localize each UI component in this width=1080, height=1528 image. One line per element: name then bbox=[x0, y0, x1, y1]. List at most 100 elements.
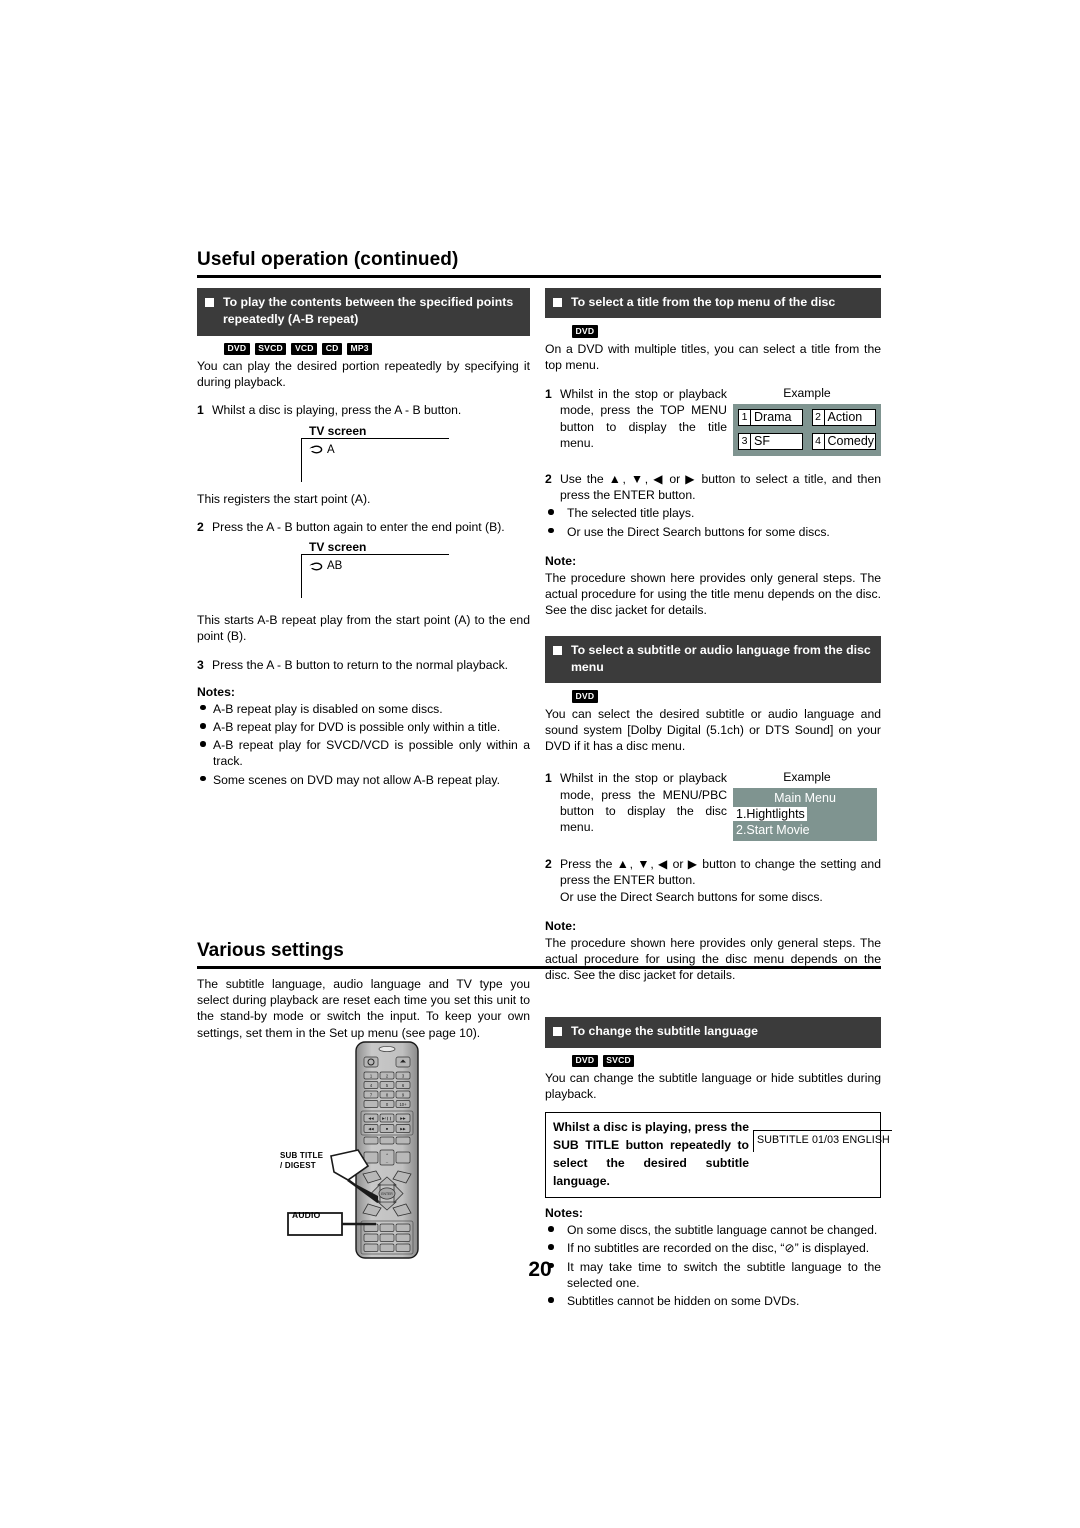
tv-screen-figure-ab: TV screen AB bbox=[197, 540, 530, 599]
badge-svcd: SVCD bbox=[254, 342, 287, 355]
remote-callout-subtitle: SUB TITLE / DIGEST bbox=[280, 1151, 323, 1171]
top-menu-example-figure: Example 1 Drama 2 Action 3 SF 4 Comedy bbox=[727, 386, 881, 456]
title-menu-cell-3[interactable]: 3 SF bbox=[738, 432, 803, 450]
bullet-square-icon bbox=[553, 1027, 562, 1037]
disc-menu-item[interactable]: 2.Start Movie bbox=[733, 823, 877, 837]
disc-menu-item-row: 1.Hightlights bbox=[733, 805, 877, 823]
subtitle-instruction-box: Whilst a disc is playing, press the SUB … bbox=[545, 1112, 892, 1199]
bullet-dot-icon bbox=[545, 505, 567, 521]
tv-screen-indicator: A bbox=[309, 444, 335, 456]
subtitle-language-intro: You can change the subtitle language or … bbox=[545, 1071, 881, 1102]
manual-page: Useful operation (continued) To play the… bbox=[0, 0, 1080, 1528]
various-settings-divider bbox=[197, 966, 881, 969]
title-name: Comedy bbox=[827, 433, 875, 448]
badge-dvd: DVD bbox=[224, 342, 250, 355]
bullet-dot-icon bbox=[197, 737, 213, 769]
section-header-top-menu: To select a title from the top menu of t… bbox=[545, 288, 881, 319]
left-column: To play the contents between the specifi… bbox=[197, 288, 530, 788]
bullet-dot-icon bbox=[197, 719, 213, 735]
ab-repeat-note-item: A-B repeat play for SVCD/VCD is possible… bbox=[197, 737, 530, 769]
tv-screen-box: A bbox=[301, 437, 449, 482]
right-column: To select a title from the top menu of t… bbox=[545, 288, 892, 1309]
ab-repeat-figure2-caption: This starts A-B repeat play from the sta… bbox=[197, 613, 530, 644]
svg-text:ENTER: ENTER bbox=[381, 1192, 393, 1196]
disc-format-badges-top-menu: DVD bbox=[572, 325, 881, 338]
title-name: SF bbox=[754, 433, 770, 448]
step-number: 2 bbox=[197, 519, 204, 534]
tv-screen-figure-a: TV screen A bbox=[197, 424, 530, 482]
step-number: 3 bbox=[197, 657, 204, 672]
repeat-icon bbox=[309, 444, 324, 455]
ab-repeat-notes-heading: Notes: bbox=[197, 684, 235, 699]
badge-svcd: SVCD bbox=[602, 1054, 635, 1068]
bullet-dot-icon bbox=[545, 1293, 567, 1309]
ab-repeat-note-item: A-B repeat play for DVD is possible only… bbox=[197, 719, 530, 735]
tv-screen-indicator-text: AB bbox=[327, 560, 343, 573]
subtitle-osd-display: SUBTITLE 01/03 ENGLISH bbox=[753, 1130, 892, 1153]
top-menu-note-heading: Note: bbox=[545, 553, 577, 568]
title-number: 2 bbox=[813, 409, 825, 425]
top-menu-step-1: 1 Whilst in the stop or playback mode, p… bbox=[545, 386, 727, 456]
step-number: 1 bbox=[197, 403, 204, 418]
step-number: 2 bbox=[545, 857, 552, 872]
title-number: 1 bbox=[739, 409, 751, 425]
subtitle-note-item: If no subtitles are recorded on the disc… bbox=[545, 1240, 881, 1256]
repeat-icon bbox=[309, 561, 324, 572]
step-text: Whilst a disc is playing, press the A - … bbox=[212, 403, 462, 418]
title-menu-cell-4[interactable]: 4 Comedy bbox=[811, 432, 876, 450]
ab-repeat-step-2: 2 Press the A - B button again to enter … bbox=[197, 519, 530, 535]
step-text: Use the ▲, ▼, ◀ or ▶ button to select a … bbox=[560, 471, 881, 503]
various-settings-title: Various settings bbox=[197, 940, 344, 961]
disc-menu-step2-extra: Or use the Direct Search buttons for som… bbox=[560, 889, 823, 904]
bullet-dot-icon bbox=[545, 1240, 567, 1256]
subtitle-notes-heading: Notes: bbox=[545, 1206, 583, 1221]
disc-menu-note-text: The procedure shown here provides only g… bbox=[545, 935, 881, 983]
bullet-dot-icon bbox=[197, 701, 213, 717]
section-header-label: To play the contents between the specifi… bbox=[223, 295, 514, 327]
page-number: 20 bbox=[528, 1258, 552, 1281]
page-title: Useful operation (continued) bbox=[197, 249, 459, 270]
title-number: 3 bbox=[739, 433, 751, 449]
step-text: Whilst in the stop or playback mode, pre… bbox=[560, 386, 727, 451]
ab-repeat-note-item: Some scenes on DVD may not allow A-B rep… bbox=[197, 772, 530, 788]
disc-format-badges-subtitle: DVD SVCD bbox=[572, 1054, 881, 1068]
disc-menu-step-1: 1 Whilst in the stop or playback mode, p… bbox=[545, 770, 727, 841]
top-menu-note-text: The procedure shown here provides only g… bbox=[545, 570, 881, 618]
disc-format-badges-disc-menu: DVD bbox=[572, 690, 881, 703]
section-header-disc-menu: To select a subtitle or audio language f… bbox=[545, 635, 881, 684]
bullet-square-icon bbox=[553, 298, 562, 307]
tv-screen-box: AB bbox=[301, 554, 449, 599]
badge-dvd: DVD bbox=[572, 1054, 598, 1068]
title-number: 4 bbox=[813, 433, 825, 449]
top-menu-step-1-row: 1 Whilst in the stop or playback mode, p… bbox=[545, 386, 881, 456]
bullet-square-icon bbox=[205, 298, 214, 307]
subtitle-instruction-text: Whilst a disc is playing, press the SUB … bbox=[553, 1120, 749, 1188]
disc-menu-item-selected[interactable]: 1.Hightlights bbox=[733, 807, 807, 822]
step-number: 1 bbox=[545, 771, 552, 786]
section-header-label: To select a title from the top menu of t… bbox=[571, 295, 836, 309]
tv-screen-indicator: AB bbox=[309, 560, 342, 572]
title-menu-cell-2[interactable]: 2 Action bbox=[811, 408, 876, 426]
note-text: If no subtitles are recorded on the disc… bbox=[567, 1241, 870, 1256]
title-menu-cell-1[interactable]: 1 Drama bbox=[738, 408, 803, 426]
ab-repeat-step-3: 3 Press the A - B button to return to th… bbox=[197, 657, 530, 673]
section-header-ab-repeat: To play the contents between the specifi… bbox=[197, 288, 530, 336]
bullet-text: Or use the Direct Search buttons for som… bbox=[567, 524, 830, 539]
remote-callout-subtitle-line2: / DIGEST bbox=[280, 1161, 316, 1170]
disc-menu-step-1-row: 1 Whilst in the stop or playback mode, p… bbox=[545, 770, 881, 842]
title-name: Drama bbox=[754, 409, 792, 424]
step-number: 2 bbox=[545, 471, 552, 486]
subtitle-note-item: Subtitles cannot be hidden on some DVDs. bbox=[545, 1293, 881, 1309]
ab-repeat-step-1: 1 Whilst a disc is playing, press the A … bbox=[197, 402, 530, 418]
top-menu-step2-bullet: Or use the Direct Search buttons for som… bbox=[545, 524, 881, 540]
tv-screen-label: TV screen bbox=[309, 423, 367, 438]
bullet-square-icon bbox=[553, 645, 562, 655]
disc-menu-step-2: 2 Press the ▲, ▼, ◀ or ▶ button to chang… bbox=[545, 856, 881, 888]
note-text: On some discs, the subtitle language can… bbox=[567, 1223, 878, 1238]
step-text: Press the A - B button to return to the … bbox=[212, 657, 509, 672]
badge-cd: CD bbox=[322, 342, 342, 355]
tv-screen-indicator-text: A bbox=[327, 443, 335, 456]
disc-menu-title: Main Menu bbox=[774, 791, 836, 806]
title-menu-osd: 1 Drama 2 Action 3 SF 4 Comedy bbox=[733, 403, 881, 456]
subtitle-note-item: On some discs, the subtitle language can… bbox=[545, 1222, 881, 1238]
